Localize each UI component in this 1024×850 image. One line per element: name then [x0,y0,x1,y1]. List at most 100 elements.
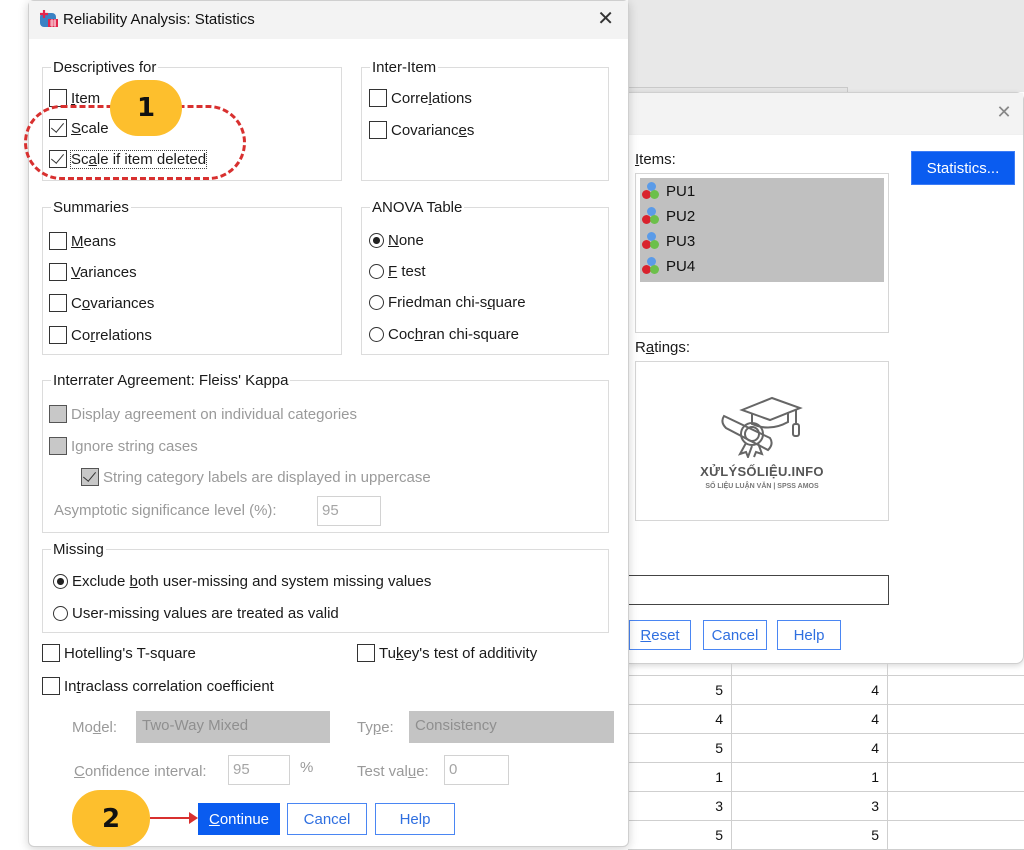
checkbox-box [49,263,67,281]
spss-app-icon [40,10,58,27]
covariances-label: Covariances [391,121,475,139]
reliability-analysis-dialog: ✕ Items: PU1 PU2 PU3 PU4 Statistics... R… [627,92,1024,664]
hotelling-label: Hotelling's T-square [64,644,196,662]
grid-cell[interactable]: 5 [628,734,732,762]
radio-button [369,327,384,342]
anova-cochran-radio[interactable]: Cochran chi-square [369,326,519,343]
intraclass-label: Intraclass correlation coefficient [64,677,274,695]
grid-cell[interactable]: 1 [732,763,888,791]
intraclass-checkbox[interactable]: Intraclass correlation coefficient [42,677,274,695]
grid-cell[interactable]: 4 [732,676,888,704]
step-1-badge: 1 [110,80,182,136]
means-label: Means [71,232,117,250]
uppercase-labels-checkbox[interactable]: String category labels are displayed in … [81,468,431,486]
summaries-legend: Summaries [53,199,129,216]
interrater-legend: Interrater Agreement: Fleiss' Kappa [53,372,289,389]
asymptotic-level-input[interactable]: 95 [317,496,381,526]
table-row: 11 [628,763,1024,792]
table-row: 44 [628,705,1024,734]
list-item[interactable]: PU1 [642,180,695,202]
anova-f-test-radio[interactable]: F test [369,263,426,280]
ratings-listbox[interactable]: XỬLÝSỐLIỆU.INFO SỐ LIỆU LUẬN VĂN | SPSS … [635,361,889,521]
items-listbox[interactable]: PU1 PU2 PU3 PU4 [635,173,889,333]
back-cancel-button[interactable]: Cancel [703,620,767,650]
close-icon[interactable]: ✕ [995,103,1013,121]
tukey-checkbox[interactable]: Tukey's test of additivity [357,644,537,662]
inter-item-correlations-checkbox[interactable]: Correlations [369,89,472,107]
grid-cell [732,664,888,676]
hotelling-checkbox[interactable]: Hotelling's T-square [42,644,196,662]
scale-variable-icon [642,232,662,250]
item-label: PU1 [666,182,696,200]
asymptotic-label: Asymptotic significance level (%): [54,502,277,519]
radio-button [369,233,384,248]
radio-button [369,264,384,279]
inter-item-legend: Inter-Item [372,59,437,76]
variances-checkbox[interactable]: Variances [49,263,137,281]
help-button[interactable]: Help [375,803,455,835]
checkbox-box [369,89,387,107]
grid-row-partial [628,664,1024,676]
grid-cell[interactable]: 1 [628,763,732,791]
item-label: PU2 [666,207,696,225]
confidence-interval-input[interactable]: 95 [228,755,290,785]
cancel-button[interactable]: Cancel [287,803,367,835]
list-item[interactable]: PU2 [642,205,695,227]
radio-button [369,295,384,310]
summaries-covariances-checkbox[interactable]: Covariances [49,294,154,312]
model-label: Model: [72,719,118,736]
display-agreement-checkbox[interactable]: Display agreement on individual categori… [49,405,357,423]
ignore-string-cases-checkbox[interactable]: Ignore string cases [49,437,198,455]
grid-cell[interactable]: 5 [732,821,888,849]
scale-variable-icon [642,257,662,275]
arrow-head-icon [189,812,198,824]
grid-cell[interactable]: 3 [732,792,888,820]
reset-button[interactable]: RReseteset [629,620,691,650]
anova-legend: ANOVA Table [372,199,463,216]
back-help-button[interactable]: Help [777,620,841,650]
anova-friedman-radio[interactable]: Friedman chi-square [369,294,526,311]
grid-cell[interactable]: 5 [628,676,732,704]
scale-label-input[interactable] [627,575,889,605]
descriptives-legend: Descriptives for [53,59,157,76]
model-select[interactable]: Two-Way Mixed [136,711,330,743]
cancel-label: Cancel [711,626,759,644]
checkbox-box [357,644,375,662]
statistics-button[interactable]: Statistics... [911,151,1015,185]
table-row: 54 [628,676,1024,705]
grid-cell[interactable]: 4 [628,705,732,733]
radio-button [53,574,68,589]
data-grid: 544454113355 [628,664,1024,850]
type-select[interactable]: Consistency [409,711,614,743]
inter-item-covariances-checkbox[interactable]: Covariances [369,121,474,139]
none-label: None [388,232,424,249]
exclude-missing-radio[interactable]: Exclude both user-missing and system mis… [53,573,431,590]
means-checkbox[interactable]: Means [49,232,116,250]
grid-cell[interactable]: 4 [732,734,888,762]
user-missing-valid-radio[interactable]: User-missing values are treated as valid [53,605,339,622]
f-test-label: F test [388,263,426,280]
anova-none-radio[interactable]: None [369,232,424,249]
grid-cell[interactable]: 4 [732,705,888,733]
help-label: Help [793,626,825,644]
test-value-input[interactable]: 0 [444,755,509,785]
inter-item-group: Inter-Item [361,59,609,181]
summaries-correlations-checkbox[interactable]: Correlations [49,326,152,344]
checkbox-box [42,677,60,695]
list-item[interactable]: PU4 [642,255,695,277]
test-value-label: Test value: [357,763,429,780]
close-icon[interactable]: ✕ [597,8,614,30]
percent-unit: % [300,759,314,776]
watermark-subtitle: SỐ LIỆU LUẬN VĂN | SPSS AMOS [705,483,819,490]
item-label: PU4 [666,257,696,275]
scale-variable-icon [642,207,662,225]
continue-button[interactable]: Continue [198,803,280,835]
covariances-label: Covariances [71,294,155,312]
checkbox-box [81,468,99,486]
list-item[interactable]: PU3 [642,230,695,252]
cochran-label: Cochran chi-square [388,326,519,343]
grid-cell[interactable]: 5 [628,821,732,849]
scale-variable-icon [642,182,662,200]
grid-cell[interactable]: 3 [628,792,732,820]
confidence-interval-label: Confidence interval: [74,763,207,780]
